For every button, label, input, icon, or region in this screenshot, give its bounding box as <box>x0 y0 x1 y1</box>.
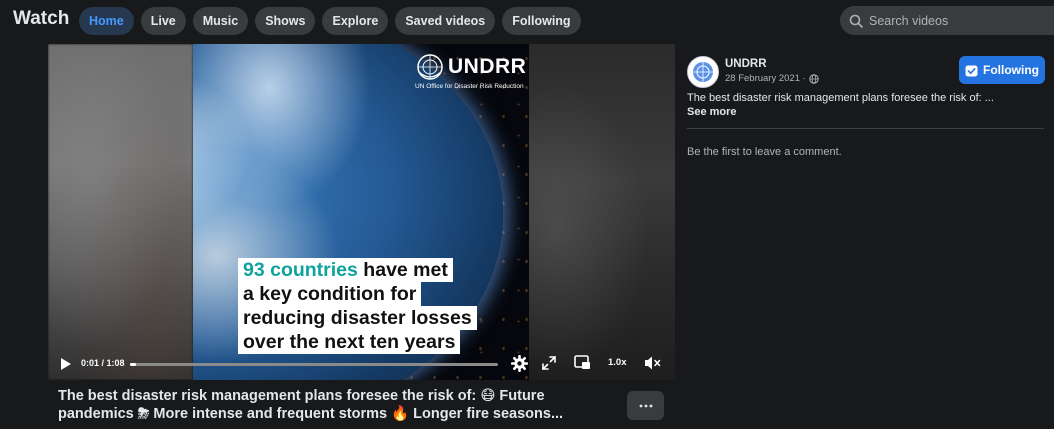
mute-icon[interactable] <box>644 355 661 371</box>
globe-icon <box>809 73 819 84</box>
video-caption: 93 countries have met a key condition fo… <box>238 258 477 354</box>
nav-explore[interactable]: Explore <box>322 7 389 35</box>
top-bar: Watch Home Live Music Shows Explore Save… <box>0 0 1054 42</box>
empty-comments-text: Be the first to leave a comment. <box>687 146 842 158</box>
nav-following[interactable]: Following <box>502 7 581 35</box>
search-input[interactable] <box>869 13 1049 28</box>
following-label: Following <box>983 63 1039 77</box>
video-frame: UNDRR UN Office for Disaster Risk Reduct… <box>193 44 529 380</box>
caption-line-1-rest: have met <box>357 259 448 281</box>
following-button[interactable]: Following <box>959 56 1045 84</box>
nav-home[interactable]: Home <box>79 7 134 35</box>
post-date-text: 28 February 2021 · <box>725 73 806 84</box>
video-blur-right <box>529 44 675 380</box>
picture-in-picture-icon[interactable] <box>574 355 591 370</box>
nav-live[interactable]: Live <box>140 7 186 35</box>
progress-fill <box>130 363 136 366</box>
search-box[interactable] <box>840 6 1054 35</box>
undrr-logo: UNDRR UN Office for Disaster Risk Reduct… <box>415 52 527 90</box>
playback-speed[interactable]: 1.0x <box>608 357 627 368</box>
caption-line-3: reducing disaster losses <box>238 306 477 330</box>
more-dots-icon <box>639 404 652 407</box>
nav-music[interactable]: Music <box>192 7 249 35</box>
settings-icon[interactable] <box>511 355 528 372</box>
brand-subtitle: UN Office for Disaster Risk Reduction <box>415 83 524 90</box>
caption-accent: 93 countries <box>243 259 358 281</box>
fullscreen-icon[interactable] <box>542 356 556 370</box>
more-options-button[interactable] <box>627 391 664 420</box>
nav-shows[interactable]: Shows <box>255 7 316 35</box>
caption-line-1: 93 countries have met <box>238 258 453 282</box>
caption-line-2: a key condition for <box>238 282 422 306</box>
post-date[interactable]: 28 February 2021 · <box>725 73 819 84</box>
watch-nav: Home Live Music Shows Explore Saved vide… <box>79 7 581 35</box>
divider <box>687 128 1044 129</box>
search-icon <box>849 14 863 28</box>
play-icon[interactable] <box>60 357 72 371</box>
nav-saved-videos[interactable]: Saved videos <box>395 7 496 35</box>
video-player[interactable]: UNDRR UN Office for Disaster Risk Reduct… <box>48 44 675 380</box>
video-blur-left <box>48 44 193 380</box>
see-more-link[interactable]: See more <box>687 106 737 118</box>
brand-name: UNDRR <box>448 55 527 78</box>
time-display: 0:01 / 1:08 <box>81 358 125 368</box>
player-controls: 0:01 / 1:08 1.0x <box>48 347 675 380</box>
video-title: The best disaster risk management plans … <box>58 388 564 422</box>
un-emblem-icon <box>417 54 443 80</box>
page-avatar[interactable] <box>687 56 719 88</box>
app-title: Watch <box>13 8 70 29</box>
un-emblem-icon <box>693 62 713 82</box>
progress-bar[interactable] <box>130 363 498 366</box>
page-name[interactable]: UNDRR <box>725 58 767 70</box>
following-check-icon <box>965 65 978 76</box>
post-text: The best disaster risk management plans … <box>687 92 994 104</box>
